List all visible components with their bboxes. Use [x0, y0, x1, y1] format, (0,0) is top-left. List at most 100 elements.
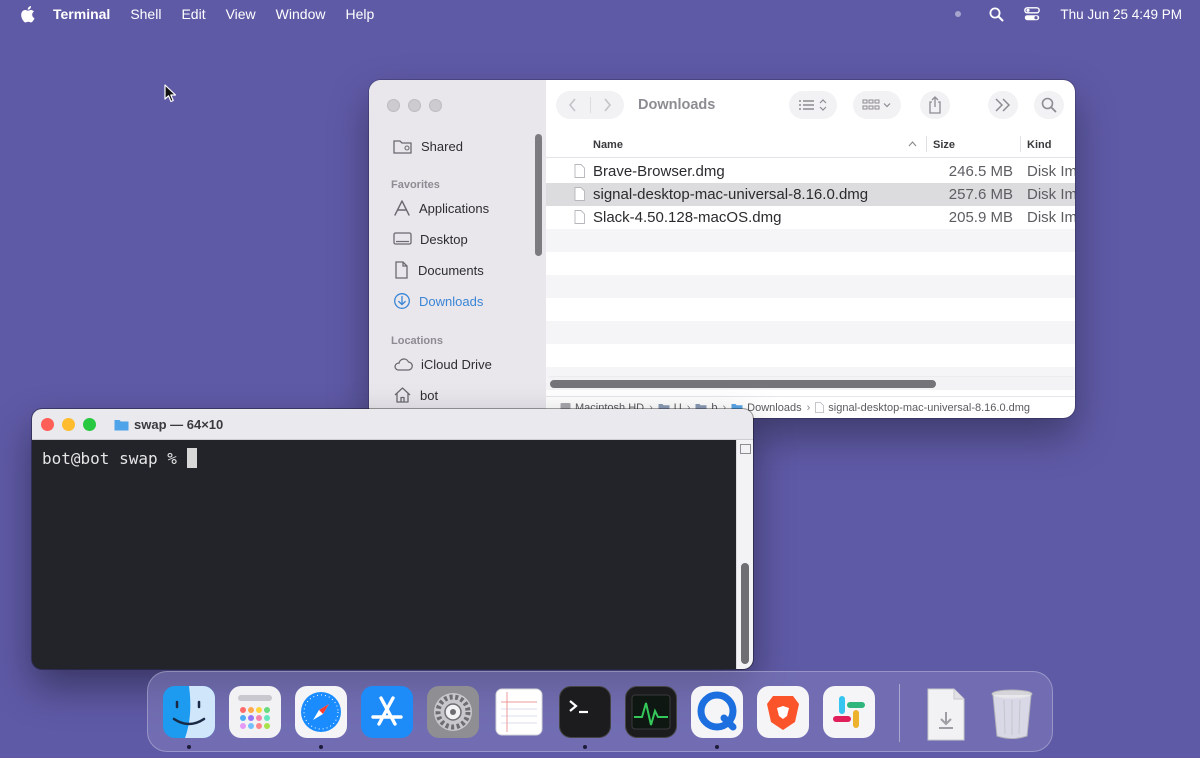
terminal-scrollbar-thumb[interactable]: [741, 563, 749, 664]
spotlight-search-icon[interactable]: [989, 7, 1004, 22]
app-store-icon[interactable]: [361, 686, 413, 738]
share-icon: [929, 96, 941, 114]
control-center-icon[interactable]: [1024, 7, 1041, 21]
horizontal-scrollbar-thumb[interactable]: [550, 380, 936, 388]
file-size: 205.9 MB: [948, 209, 1013, 226]
scroll-marker-icon[interactable]: [740, 444, 751, 454]
running-indicator: [187, 745, 191, 749]
slack-icon[interactable]: [823, 686, 875, 738]
file-list: Brave-Browser.dmg 246.5 MB Disk Im signa…: [546, 160, 1075, 390]
sidebar-item-label: Shared: [421, 138, 463, 154]
grid-icon: [862, 99, 891, 110]
system-settings-icon[interactable]: [427, 686, 479, 738]
brave-icon[interactable]: [757, 686, 809, 738]
file-name: signal-desktop-mac-universal-8.16.0.dmg: [593, 186, 869, 203]
file-row-slack[interactable]: Slack-4.50.128-macOS.dmg 205.9 MB Disk I…: [546, 206, 1075, 229]
sidebar-section-locations: Locations: [391, 335, 443, 347]
sidebar-section-favorites: Favorites: [391, 179, 440, 191]
column-size[interactable]: Size: [933, 139, 955, 151]
zoom-button[interactable]: [83, 418, 96, 431]
document-icon: [395, 261, 408, 279]
column-kind[interactable]: Kind: [1027, 139, 1051, 151]
empty-row: [546, 252, 1075, 275]
empty-row: [546, 321, 1075, 344]
terminal-window: swap — 64×10 bot@bot swap %: [32, 409, 753, 669]
sidebar-item-label: Desktop: [420, 231, 468, 247]
launchpad-icon[interactable]: [229, 686, 281, 738]
sidebar-item-shared[interactable]: Shared: [393, 134, 463, 158]
close-button[interactable]: [41, 418, 54, 431]
textedit-icon[interactable]: [493, 686, 545, 738]
quicktime-icon[interactable]: [691, 686, 743, 738]
file-icon: [574, 210, 585, 224]
menu-clock[interactable]: Thu Jun 25 4:49 PM: [1060, 7, 1182, 22]
terminal-scrollbar[interactable]: [736, 440, 753, 669]
menu-shell[interactable]: Shell: [130, 6, 161, 22]
sidebar-item-label: iCloud Drive: [421, 356, 492, 372]
sidebar-item-label: Applications: [419, 200, 490, 216]
sidebar-item-applications[interactable]: Applications: [393, 196, 489, 220]
cloud-icon: [394, 358, 413, 371]
sidebar-item-label: bot: [420, 387, 439, 403]
trash-icon[interactable]: [986, 686, 1038, 739]
recording-indicator-icon: [955, 11, 962, 17]
finder-window-controls: [387, 99, 450, 112]
safari-icon[interactable]: [295, 686, 347, 738]
folder-icon: [114, 419, 129, 430]
finder-window: Shared Favorites Applications Desktop Do…: [369, 80, 1075, 418]
forward-button[interactable]: [590, 91, 624, 119]
more-toolbar-button[interactable]: [988, 91, 1018, 119]
share-button[interactable]: [920, 91, 950, 119]
menu-view[interactable]: View: [226, 6, 256, 22]
menu-bar: Terminal Shell Edit View Window Help Thu…: [0, 0, 1200, 28]
sort-ascending-icon[interactable]: [908, 141, 917, 147]
file-size: 257.6 MB: [948, 186, 1013, 203]
menu-edit[interactable]: Edit: [181, 6, 205, 22]
minimize-button[interactable]: [62, 418, 75, 431]
sidebar-item-documents[interactable]: Documents: [393, 258, 484, 282]
finder-toolbar: Downloads: [546, 80, 1075, 132]
file-row-signal[interactable]: signal-desktop-mac-universal-8.16.0.dmg …: [546, 183, 1075, 206]
path-segment-file[interactable]: signal-desktop-mac-universal-8.16.0.dmg: [815, 402, 1030, 414]
column-name[interactable]: Name: [593, 139, 623, 151]
terminal-title: swap — 64×10: [114, 417, 223, 432]
zoom-button[interactable]: [429, 99, 442, 112]
search-button[interactable]: [1034, 91, 1064, 119]
finder-icon[interactable]: [163, 686, 215, 738]
sidebar-item-icloud-drive[interactable]: iCloud Drive: [393, 352, 492, 376]
group-button[interactable]: [853, 91, 901, 119]
empty-row: [546, 344, 1075, 367]
minimize-button[interactable]: [408, 99, 421, 112]
menu-app-name[interactable]: Terminal: [53, 6, 110, 22]
terminal-content[interactable]: bot@bot swap %: [32, 440, 736, 669]
file-row-brave[interactable]: Brave-Browser.dmg 246.5 MB Disk Im: [546, 160, 1075, 183]
terminal-title-bar[interactable]: swap — 64×10: [32, 409, 753, 440]
finder-sidebar: Shared Favorites Applications Desktop Do…: [369, 80, 546, 418]
desktop-icon: [393, 232, 412, 245]
file-name: Slack-4.50.128-macOS.dmg: [593, 209, 782, 226]
activity-monitor-icon[interactable]: [625, 686, 677, 738]
file-size: 246.5 MB: [948, 163, 1013, 180]
shared-folder-icon: [393, 140, 412, 154]
sidebar-item-desktop[interactable]: Desktop: [393, 227, 468, 251]
back-button[interactable]: [556, 91, 590, 119]
apple-menu-icon[interactable]: [19, 5, 35, 23]
list-view-icon: [799, 99, 827, 111]
sidebar-scrollbar[interactable]: [535, 134, 542, 256]
sidebar-item-bot[interactable]: bot: [393, 383, 438, 407]
sidebar-item-downloads[interactable]: Downloads: [393, 289, 483, 313]
chevron-left-icon: [569, 98, 576, 112]
file-kind: Disk Im: [1027, 186, 1075, 203]
close-button[interactable]: [387, 99, 400, 112]
running-indicator: [715, 745, 719, 749]
running-indicator: [319, 745, 323, 749]
nav-buttons: [556, 91, 624, 119]
terminal-icon[interactable]: [559, 686, 611, 738]
horizontal-scrollbar[interactable]: [549, 376, 1073, 390]
sidebar-item-label: Downloads: [419, 293, 484, 309]
view-options-button[interactable]: [789, 91, 837, 119]
menu-help[interactable]: Help: [345, 6, 374, 22]
menu-window[interactable]: Window: [276, 6, 326, 22]
downloads-stack-icon[interactable]: [920, 686, 972, 741]
running-indicator: [583, 745, 587, 749]
